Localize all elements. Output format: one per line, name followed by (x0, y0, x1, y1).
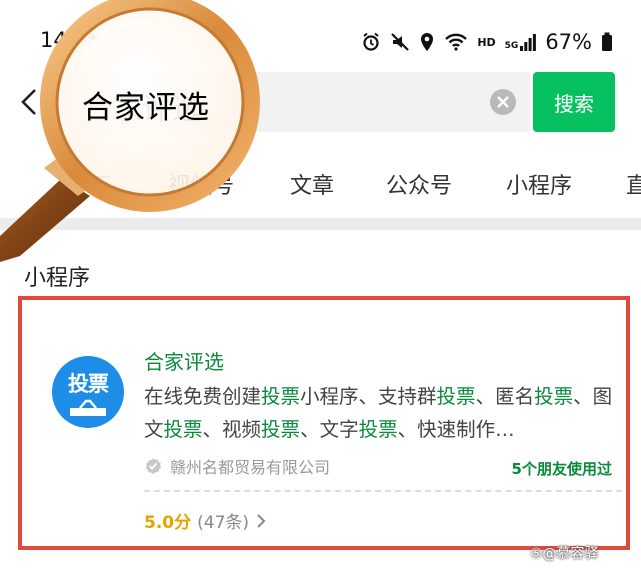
friends-used: 5个朋友使用过 (511, 460, 612, 478)
section-title: 小程序 (24, 266, 91, 291)
rating-count: (47条) (197, 513, 250, 533)
verified-icon (145, 458, 162, 474)
battery-icon (602, 32, 612, 51)
keyword-highlight: 投票 (534, 385, 574, 408)
search-button[interactable]: 搜索 (533, 72, 615, 132)
filter-icon[interactable] (88, 170, 114, 196)
keyword-highlight: 投票 (163, 418, 203, 441)
clear-icon[interactable] (490, 89, 516, 115)
watermark: ⑤@慕容驿 (530, 546, 599, 562)
battery-level: 67% (545, 30, 592, 54)
status-plus: + (86, 28, 100, 47)
mute-icon (391, 33, 410, 51)
tab-official-accounts[interactable]: 公众号 (386, 168, 452, 200)
status-bar: 14 + HD 5G 67% (0, 26, 641, 66)
rating-score: 5.0分 (144, 513, 192, 533)
wifi-icon (445, 33, 468, 51)
description-text: 、快速制作… (397, 418, 515, 441)
company-row: 赣州名都贸易有限公司 (144, 454, 330, 478)
ballot-box-icon (70, 399, 106, 416)
mini-program-result-card[interactable]: 投票 合家评选 在线免费创建投票小程序、支持群投票、匿名投票、图文投票、视频投票… (18, 296, 630, 550)
hd-indicator: HD (477, 35, 496, 49)
keyword-highlight: 投票 (436, 385, 476, 408)
keyword-highlight: 投票 (261, 418, 301, 441)
status-time: 14 (40, 28, 67, 52)
keyword-highlight: 投票 (261, 385, 301, 408)
app-name[interactable]: 合家评选 (144, 346, 224, 375)
signal-icon (520, 34, 537, 51)
app-logo-text: 投票 (68, 372, 109, 396)
chevron-right-icon (257, 513, 266, 528)
description-text: 、文字 (300, 418, 359, 441)
tab-articles[interactable]: 文章 (290, 168, 334, 200)
rating-row[interactable]: 5.0分 (47条) (144, 508, 267, 533)
keyword-highlight: 投票 (358, 418, 398, 441)
dashed-divider (144, 490, 622, 492)
signal-group: 5G (505, 33, 537, 51)
app-logo: 投票 (52, 356, 124, 428)
section-divider (0, 218, 641, 230)
alarm-icon (363, 32, 379, 51)
tab-video[interactable]: 视频号 (168, 168, 234, 200)
status-icons: HD 5G 67% (361, 30, 613, 54)
company-name: 赣州名都贸易有限公司 (170, 458, 331, 477)
tab-mini-programs[interactable]: 小程序 (506, 168, 572, 200)
tab-live[interactable]: 直 (626, 168, 641, 200)
back-arrow-icon[interactable] (20, 88, 38, 116)
app-description: 在线免费创建投票小程序、支持群投票、匿名投票、图文投票、视频投票、文字投票、快速… (144, 380, 620, 446)
location-icon (421, 33, 434, 51)
description-text: 、匿名 (475, 385, 535, 408)
description-text: 、视频 (202, 418, 262, 441)
fiveg-indicator: 5G (504, 41, 519, 51)
description-text: 小程序、支持群 (300, 385, 437, 408)
tabs-row: 视频号 文章 公众号 小程序 直 (0, 158, 641, 208)
magnified-query: 合家评选 (82, 90, 210, 126)
description-text: 在线免费创建 (144, 385, 262, 408)
